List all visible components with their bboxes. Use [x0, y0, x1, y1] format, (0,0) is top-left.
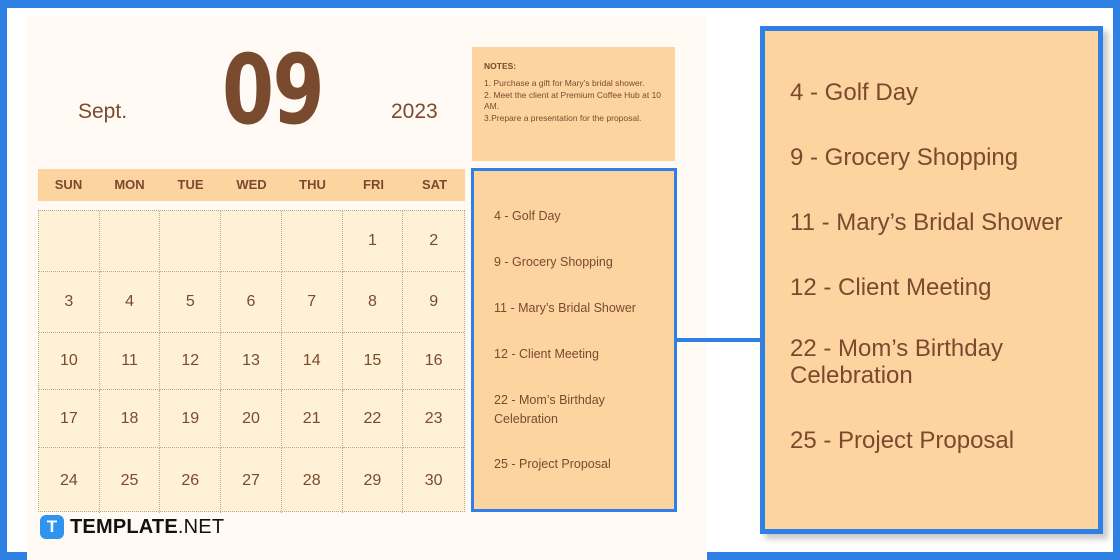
weekday-fri: FRI — [363, 177, 384, 192]
brand-logo[interactable]: T TEMPLATE.NET — [40, 515, 224, 539]
day-cell[interactable]: 24 — [39, 448, 100, 513]
day-cell[interactable]: 19 — [160, 390, 222, 448]
day-cell[interactable]: 16 — [403, 333, 464, 390]
day-cell[interactable]: 23 — [403, 390, 464, 448]
events-list-small: 4 - Golf Day 9 - Grocery Shopping 11 - M… — [471, 168, 677, 512]
calendar-grid: 1 2 3 4 5 6 7 8 9 10 11 12 13 14 15 16 17 18 19 20 21 22 23 24 2… — [38, 210, 465, 513]
logo-t-icon: T — [40, 515, 64, 539]
day-cell[interactable]: 8 — [342, 272, 404, 333]
day-cell[interactable]: 15 — [342, 333, 404, 390]
event-item: 11 - Mary’s Bridal Shower — [494, 301, 636, 315]
day-cell[interactable]: 20 — [221, 390, 282, 448]
weekday-header: SUN MON TUE WED THU FRI SAT — [38, 169, 465, 201]
weekday-thu: THU — [299, 177, 326, 192]
day-cell[interactable]: 28 — [282, 448, 343, 513]
day-cell[interactable]: 7 — [281, 272, 343, 333]
event-item: 9 - Grocery Shopping — [790, 144, 1019, 171]
weekday-tue: TUE — [177, 177, 204, 192]
notes-title: NOTES: — [484, 61, 517, 71]
event-item: 25 - Project Proposal — [790, 427, 1015, 454]
day-cell[interactable]: 11 — [99, 333, 161, 390]
day-cell[interactable]: 25 — [100, 448, 161, 513]
weekday-wed: WED — [236, 177, 267, 192]
empty-day-cell — [160, 211, 222, 272]
month-number: 09 — [222, 34, 325, 146]
brand-name-light: .NET — [177, 515, 225, 538]
event-item: 25 - Project Proposal — [494, 457, 611, 471]
day-cell[interactable]: 5 — [160, 272, 222, 333]
empty-day-cell — [281, 211, 343, 272]
empty-day-cell — [39, 211, 100, 272]
day-cell[interactable]: 14 — [281, 333, 343, 390]
day-cell[interactable]: 29 — [343, 448, 404, 513]
day-cell[interactable]: 13 — [221, 333, 282, 390]
event-item: 4 - Golf Day — [790, 79, 919, 106]
event-item: 22 - Mom’s Birthday Celebration — [790, 335, 1003, 389]
day-cell[interactable]: 26 — [160, 448, 222, 513]
day-cell[interactable]: 10 — [39, 333, 100, 390]
day-cell[interactable]: 1 — [342, 211, 404, 272]
weekday-sun: SUN — [54, 177, 83, 192]
event-item: 22 - Mom’s Birthday Celebration — [494, 393, 605, 426]
callout-connector — [677, 338, 762, 342]
brand-name: TEMPLATE.NET — [70, 516, 224, 539]
events-list-zoomed: 4 - Golf Day 9 - Grocery Shopping 11 - M… — [760, 26, 1103, 534]
empty-day-cell — [99, 211, 161, 272]
year-label: 2023 — [391, 100, 438, 123]
empty-day-cell — [221, 211, 282, 272]
note-item: 2. Meet the client at Premium Coffee Hub… — [484, 90, 662, 112]
event-item: 9 - Grocery Shopping — [494, 255, 613, 269]
weekday-mon: MON — [114, 177, 145, 192]
month-label: Sept. — [78, 100, 128, 123]
day-cell[interactable]: 6 — [221, 272, 282, 333]
event-item: 11 - Mary’s Bridal Shower — [790, 209, 1063, 236]
day-cell[interactable]: 21 — [281, 390, 343, 448]
day-cell[interactable]: 9 — [403, 272, 464, 333]
day-cell[interactable]: 17 — [39, 390, 100, 448]
day-cell[interactable]: 22 — [342, 390, 404, 448]
day-cell[interactable]: 30 — [403, 448, 464, 513]
event-item: 4 - Golf Day — [494, 209, 561, 223]
day-cell[interactable]: 12 — [160, 333, 222, 390]
notes-panel: NOTES: 1. Purchase a gift for Mary’s bri… — [472, 47, 675, 161]
brand-name-bold: TEMPLATE — [70, 515, 178, 538]
day-cell[interactable]: 4 — [99, 272, 161, 333]
day-cell[interactable]: 18 — [99, 390, 161, 448]
event-item: 12 - Client Meeting — [494, 347, 599, 361]
weekday-sat: SAT — [421, 177, 448, 192]
day-cell[interactable]: 3 — [39, 272, 100, 333]
day-cell[interactable]: 27 — [221, 448, 282, 513]
note-item: 3.Prepare a presentation for the proposa… — [484, 113, 642, 124]
day-cell[interactable]: 2 — [403, 211, 464, 272]
event-item: 12 - Client Meeting — [790, 274, 992, 301]
note-item: 1. Purchase a gift for Mary’s bridal sho… — [484, 78, 645, 89]
